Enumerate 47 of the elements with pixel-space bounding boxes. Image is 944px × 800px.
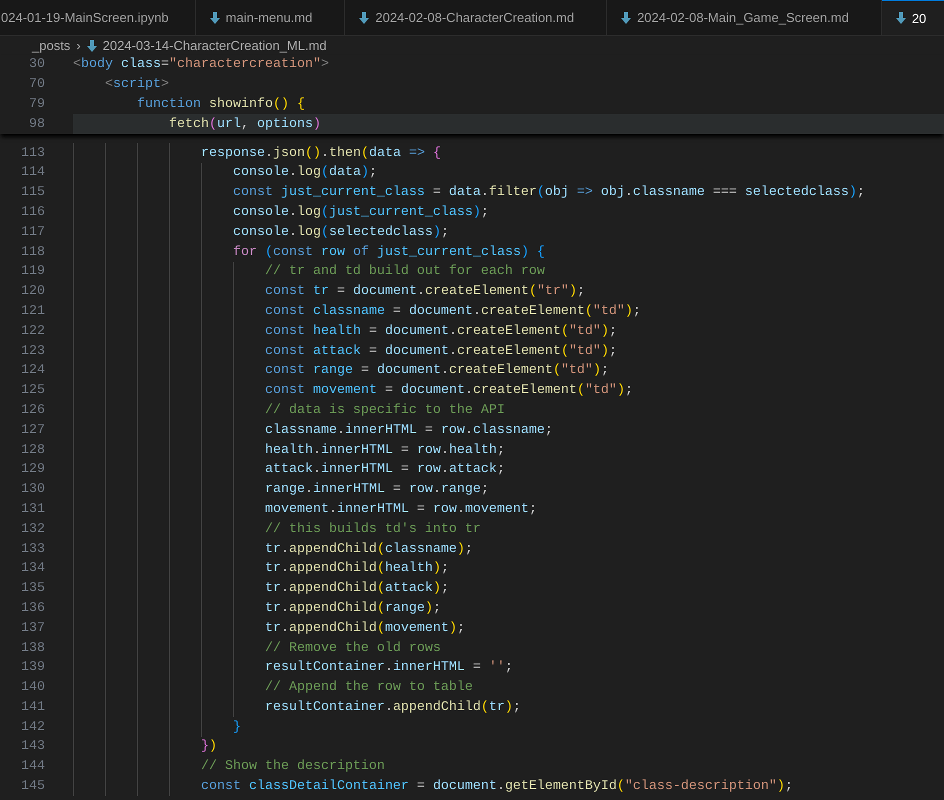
line-number: 143	[20, 739, 45, 754]
line-number: 144	[20, 759, 45, 774]
download-arrow-icon	[86, 40, 97, 52]
line-number: 134	[20, 561, 45, 576]
line-number: 123	[20, 344, 45, 359]
editor-tab[interactable]: 024-01-19-MainScreen.ipynb	[0, 0, 196, 35]
line-number: 138	[20, 640, 45, 656]
line-number: 119	[20, 264, 45, 280]
line-number: 98	[28, 116, 45, 132]
line-number: 141	[20, 700, 45, 715]
line-number: 115	[20, 185, 45, 200]
line-number: 116	[20, 204, 45, 220]
code-line: <script>	[104, 76, 170, 94]
line-number: 122	[20, 324, 45, 339]
line-number: 145	[20, 779, 45, 794]
line-number: 70	[28, 77, 45, 92]
breadcrumb-separator: ›	[76, 38, 81, 53]
line-number: 121	[20, 304, 45, 319]
line-number: 118	[20, 244, 45, 260]
line-number: 114	[20, 165, 45, 180]
line-number: 142	[20, 720, 45, 735]
editor-tab[interactable]: 20	[882, 0, 944, 35]
line-number: 140	[20, 680, 45, 696]
line-number: 79	[28, 96, 45, 112]
line-number: 135	[20, 581, 45, 596]
breadcrumb-file[interactable]: 2024-03-14-CharacterCreation_ML.md	[102, 38, 327, 53]
line-number: 130	[20, 482, 45, 498]
line-number: 132	[20, 522, 45, 537]
line-number: 113	[20, 146, 45, 161]
line-number: 133	[20, 542, 45, 557]
line-number: 128	[20, 442, 45, 458]
code-line: function showinfo() {	[136, 96, 306, 114]
line-number: 126	[20, 402, 45, 418]
line-number: 136	[20, 600, 45, 616]
line-number: 124	[20, 363, 45, 378]
code-line: <body class="charactercreation">	[73, 56, 330, 74]
line-number: 127	[20, 422, 45, 438]
line-number: 139	[20, 660, 45, 676]
line-number: 30	[28, 57, 45, 72]
editor-tab[interactable]: main-menu.md	[196, 0, 346, 35]
line-number: 120	[20, 284, 45, 300]
line-number: 129	[20, 462, 45, 478]
line-number: 137	[20, 620, 45, 636]
line-number: 125	[20, 383, 45, 398]
line-number: 131	[20, 502, 45, 517]
breadcrumb-folder[interactable]: _posts	[32, 38, 70, 53]
line-number: 117	[20, 224, 45, 240]
